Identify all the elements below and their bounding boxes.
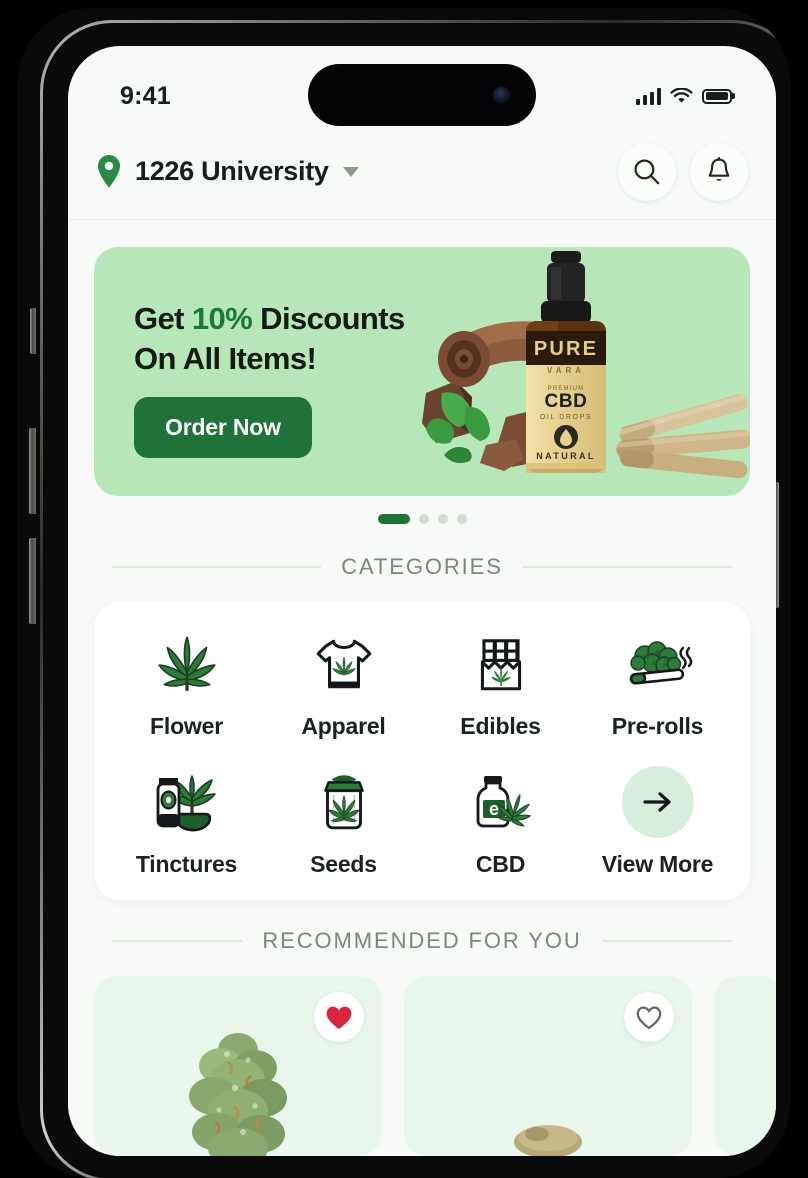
category-item-prerolls[interactable]: Pre-rolls <box>579 628 736 740</box>
bell-icon <box>708 157 730 181</box>
view-more-circle <box>621 766 694 838</box>
favorite-button[interactable] <box>624 992 674 1042</box>
phone-frame: 9:41 1226 University PURE VARA PREMIUM C… <box>18 8 790 1178</box>
mute-switch-button[interactable] <box>30 308 36 354</box>
category-item-edibles[interactable]: Edibles <box>422 628 579 740</box>
front-camera-icon <box>493 86 510 104</box>
header-actions <box>618 142 748 201</box>
seed-bag-icon <box>311 766 377 838</box>
arrow-right-icon <box>642 792 671 812</box>
carousel-pagination[interactable] <box>94 512 750 526</box>
location-pin-icon <box>97 154 121 188</box>
svg-text:e: e <box>488 799 498 819</box>
promo-discount-value: 10% <box>191 301 253 336</box>
divider-right <box>601 940 733 942</box>
chocolate-bar-icon <box>468 628 534 700</box>
category-label: CBD <box>475 851 526 877</box>
favorite-button[interactable] <box>314 992 364 1042</box>
divider-left <box>112 566 322 568</box>
category-item-flower[interactable]: Flower <box>108 628 265 740</box>
status-time: 9:41 <box>120 81 171 110</box>
phone-screen: 9:41 1226 University PURE VARA PREMIUM C… <box>68 46 776 1156</box>
category-item-cbd[interactable]: e CBD <box>422 766 579 878</box>
dynamic-island <box>308 64 536 126</box>
svg-text:PURE: PURE <box>534 338 598 360</box>
location-label: 1226 University <box>135 156 329 186</box>
category-label: Pre-rolls <box>611 713 704 739</box>
product-card[interactable] <box>714 976 776 1156</box>
svg-text:OIL DROPS: OIL DROPS <box>540 414 592 421</box>
order-now-button[interactable]: Order Now <box>134 397 312 458</box>
battery-full-icon <box>702 88 735 104</box>
categories-title: CATEGORIES <box>341 554 503 579</box>
app-header: 1226 University <box>68 124 776 220</box>
notifications-button[interactable] <box>690 142 748 201</box>
divider-left <box>112 940 243 942</box>
heart-filled-icon <box>326 1006 352 1029</box>
recommended-section-header: RECOMMENDED FOR YOU <box>94 928 750 954</box>
category-label: Edibles <box>460 713 541 739</box>
category-label: Apparel <box>301 713 386 739</box>
location-selector[interactable]: 1226 University <box>94 154 359 190</box>
product-card[interactable] <box>404 976 692 1156</box>
heart-outline-icon <box>636 1006 662 1030</box>
category-label: Seeds <box>310 851 377 877</box>
cannabis-product-image <box>514 1125 582 1156</box>
carousel-dot-3[interactable] <box>437 514 448 524</box>
category-label: View More <box>601 851 714 877</box>
category-item-tinctures[interactable]: Tinctures <box>108 766 265 878</box>
tshirt-icon <box>311 628 377 700</box>
promo-banner[interactable]: PURE VARA PREMIUM CBD OIL DROPS NATURAL … <box>94 247 750 496</box>
category-item-apparel[interactable]: Apparel <box>265 628 422 740</box>
categories-row-2: Tinctures Seeds e CBD View More <box>108 766 736 878</box>
carousel-dot-2[interactable] <box>418 514 429 524</box>
categories-card: Flower Apparel Edibles Pre-rolls Tinctur… <box>94 602 750 900</box>
tincture-tube-icon <box>152 766 222 838</box>
search-icon <box>634 158 660 184</box>
promo-line1-prefix: Get <box>134 301 192 336</box>
recommended-products-row[interactable] <box>94 976 776 1156</box>
svg-text:VARA: VARA <box>547 366 585 375</box>
volume-up-button[interactable] <box>29 428 36 514</box>
divider-right <box>522 566 732 568</box>
chevron-down-icon <box>342 166 359 177</box>
cannabis-leaf-icon <box>154 628 220 700</box>
carousel-dot-4[interactable] <box>456 514 467 524</box>
pre-roll-joint-icon <box>623 628 693 700</box>
category-item-view-more[interactable]: View More <box>579 766 736 878</box>
category-item-seeds[interactable]: Seeds <box>265 766 422 878</box>
volume-down-button[interactable] <box>29 538 36 624</box>
promo-product-image: PURE VARA PREMIUM CBD OIL DROPS NATURAL <box>422 251 750 479</box>
promo-line1-suffix: Discounts <box>252 301 405 336</box>
app-scroll-body: PURE VARA PREMIUM CBD OIL DROPS NATURAL … <box>68 221 776 1156</box>
category-label: Flower <box>150 713 223 739</box>
svg-text:NATURAL: NATURAL <box>536 451 596 461</box>
promo-headline-line2: On All Items! <box>134 340 317 376</box>
wifi-icon <box>670 87 693 103</box>
cannabis-bud-image <box>189 1033 287 1156</box>
promo-text-block: Get 10% Discounts On All Items! <box>134 299 405 378</box>
status-indicators <box>635 87 735 105</box>
svg-text:CBD: CBD <box>545 391 588 412</box>
categories-section-header: CATEGORIES <box>94 554 750 580</box>
categories-row-1: Flower Apparel Edibles Pre-rolls <box>108 628 736 740</box>
cbd-bottle-icon: e <box>466 766 536 838</box>
search-button[interactable] <box>618 142 676 201</box>
cellular-signal-icon <box>635 87 661 105</box>
promo-headline-line1: Get 10% Discounts <box>134 299 405 339</box>
recommended-title: RECOMMENDED FOR YOU <box>262 928 582 953</box>
carousel-dot-1[interactable] <box>377 514 410 524</box>
product-card[interactable] <box>94 976 382 1156</box>
category-label: Tinctures <box>135 851 238 877</box>
